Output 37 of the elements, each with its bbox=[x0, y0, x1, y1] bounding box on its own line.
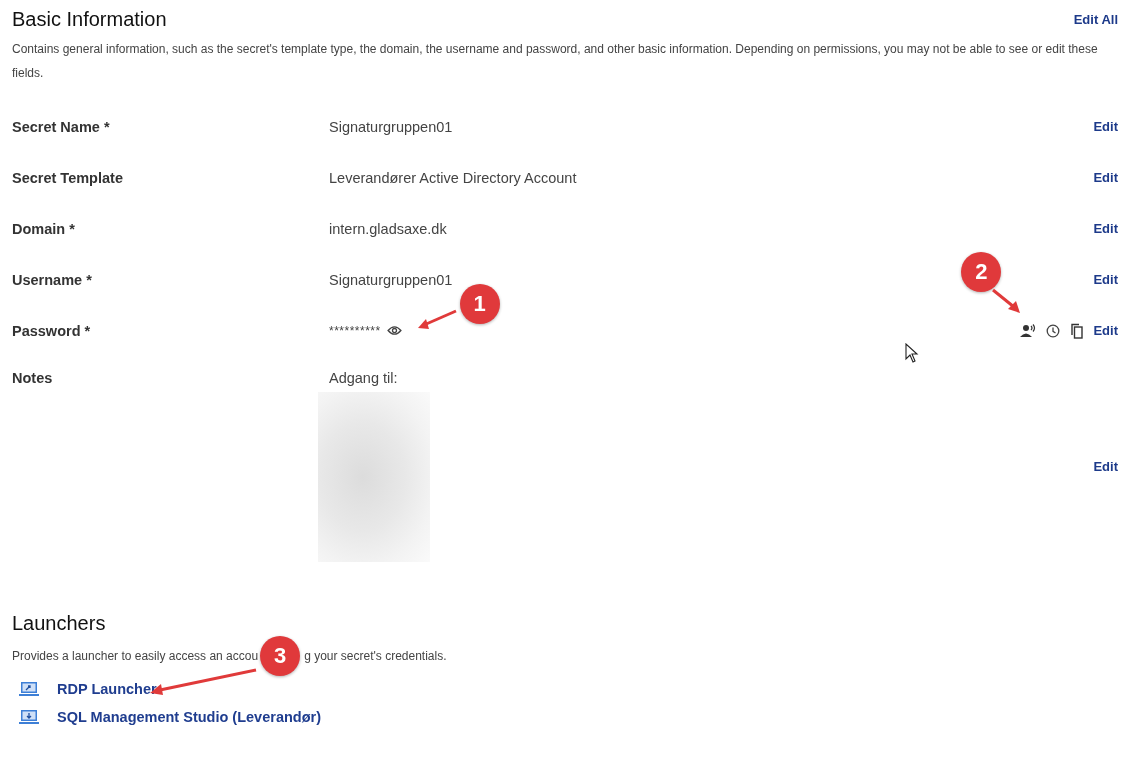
annotation-arrow bbox=[990, 286, 1023, 315]
edit-link[interactable]: Edit bbox=[1093, 119, 1118, 134]
callout-badge: 3 bbox=[260, 636, 301, 676]
edit-link[interactable]: Edit bbox=[1093, 272, 1118, 287]
monitor-icon[interactable] bbox=[19, 709, 39, 725]
field-value: Signaturgruppen01 bbox=[329, 271, 453, 288]
monitor-icon[interactable] bbox=[19, 681, 39, 697]
field-value: Signaturgruppen01 bbox=[329, 118, 453, 135]
field-label: Domain * bbox=[12, 220, 76, 237]
field-label: Notes bbox=[12, 370, 54, 386]
field-value: intern.gladsaxe.dk bbox=[329, 220, 447, 237]
section-title: Launchers bbox=[12, 612, 107, 635]
clock-icon[interactable] bbox=[1046, 323, 1061, 338]
field-value: Adgang til: bbox=[329, 370, 398, 386]
edit-link[interactable]: Edit bbox=[1093, 458, 1118, 474]
launcher-description: Provides a launcher to easily access an accou bbox=[12, 649, 259, 663]
section-description: Contains general information, such as the secret's template type, the domain, the username and password, and other basic information. Depending on permissions, you may not be able to see or edit these fields. bbox=[12, 41, 1099, 82]
field-label: Secret Name * bbox=[12, 118, 111, 135]
launcher-link[interactable]: SQL Management Studio (Leverandør) bbox=[57, 709, 321, 725]
person-speaking-icon[interactable] bbox=[1020, 324, 1037, 337]
edit-link[interactable]: Edit bbox=[1093, 170, 1118, 185]
section-title: Basic Information bbox=[12, 8, 167, 31]
edit-link[interactable]: Edit bbox=[1093, 323, 1118, 338]
launcher-link[interactable]: RDP Launcher bbox=[57, 681, 157, 697]
password-value: ********** bbox=[329, 323, 381, 338]
field-label: Password * bbox=[12, 322, 92, 339]
mouse-cursor-icon bbox=[905, 343, 919, 363]
callout-badge: 1 bbox=[459, 284, 500, 324]
callout-badge: 2 bbox=[961, 251, 1002, 292]
field-label: Secret Template bbox=[12, 169, 124, 186]
edit-all-link[interactable]: Edit All bbox=[1073, 12, 1118, 27]
field-label: Username * bbox=[12, 271, 93, 288]
eye-icon[interactable] bbox=[386, 325, 402, 336]
copy-icon[interactable] bbox=[1070, 322, 1084, 339]
edit-link[interactable]: Edit bbox=[1093, 221, 1118, 236]
field-value: Leverandører Active Directory Account bbox=[329, 169, 577, 186]
launcher-description: g your secret's credentials. bbox=[304, 649, 447, 663]
